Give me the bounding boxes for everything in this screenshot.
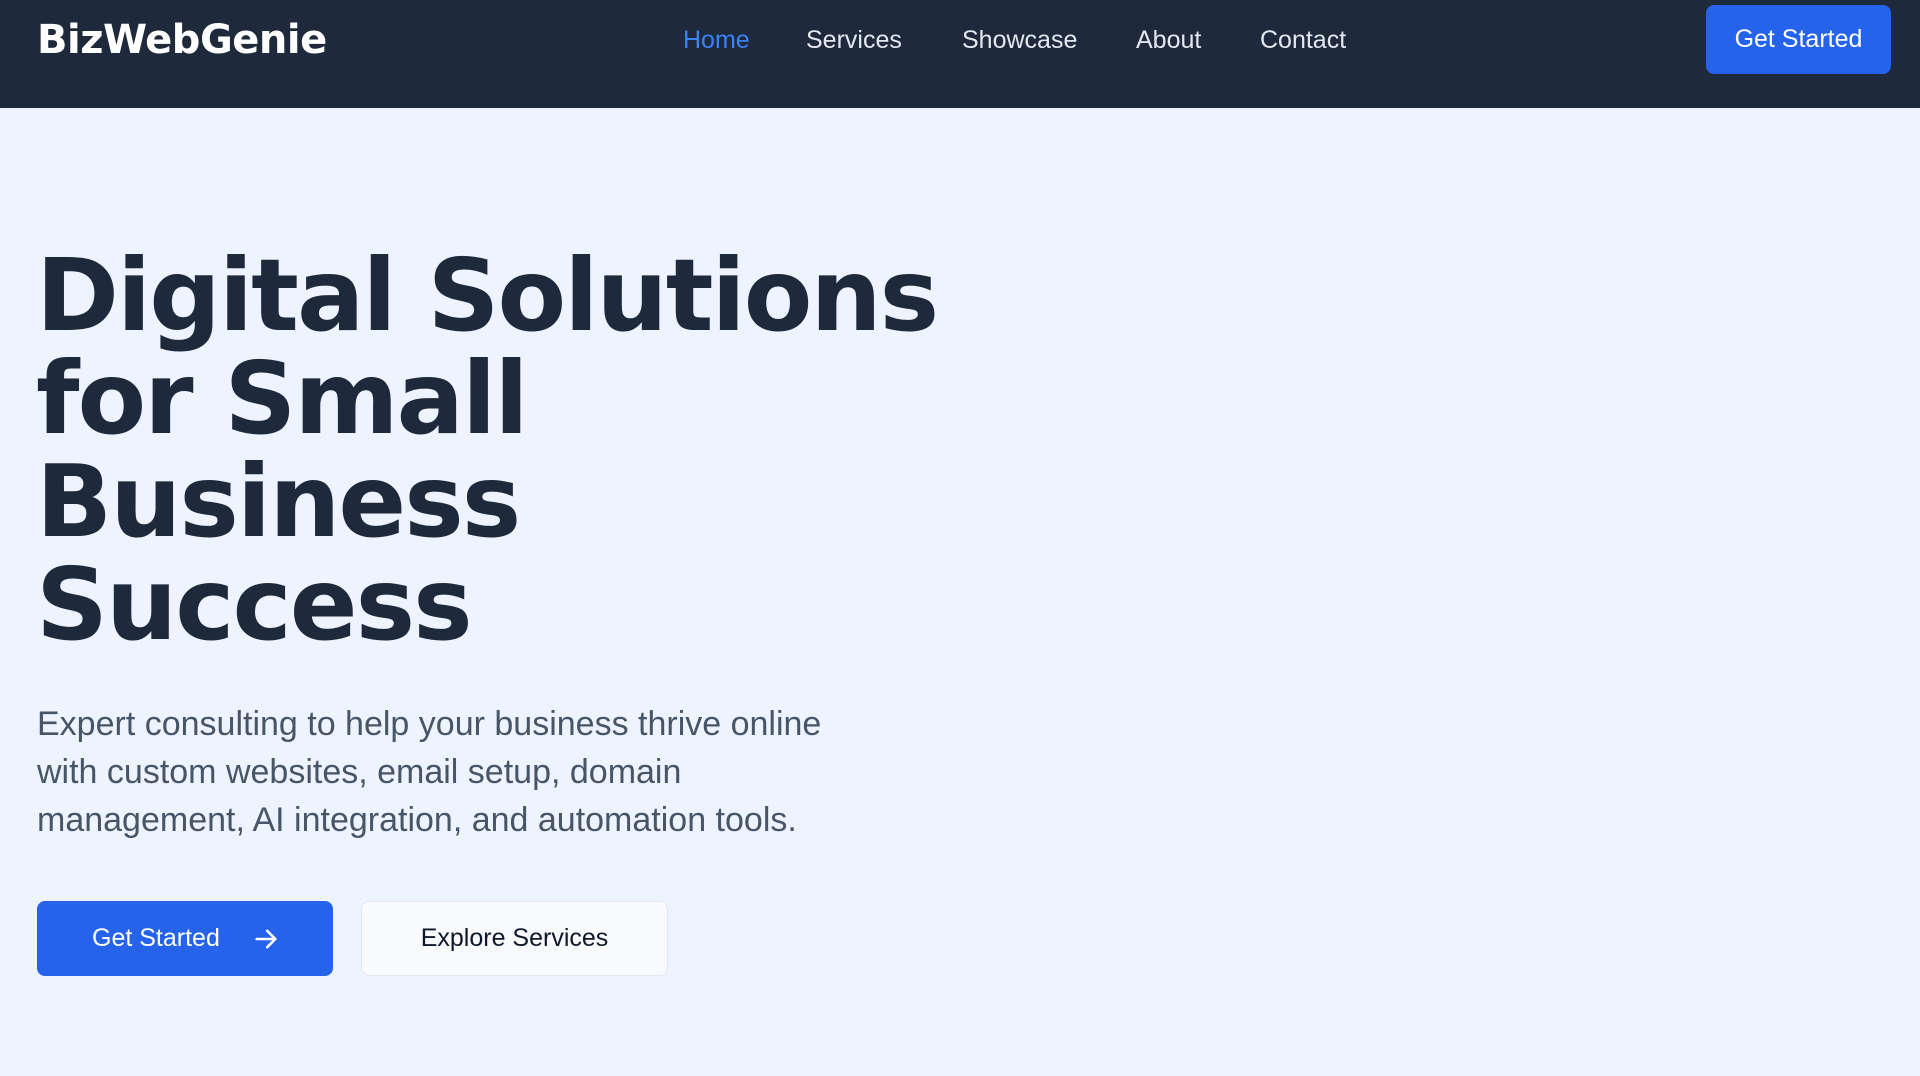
nav-link-services[interactable]: Services	[806, 20, 902, 60]
nav-link-about[interactable]: About	[1136, 20, 1201, 60]
nav-link-showcase[interactable]: Showcase	[962, 20, 1077, 60]
hero-subtitle: Expert consulting to help your business …	[37, 700, 937, 844]
hero-title-line: Business	[36, 443, 521, 560]
hero-subtitle-line: management, AI integration, and automati…	[37, 801, 797, 839]
nav-link-contact[interactable]: Contact	[1260, 20, 1346, 60]
hero-subtitle-line: with custom websites, email setup, domai…	[37, 753, 682, 791]
top-navbar: BizWebGenie Home Services Showcase About…	[0, 0, 1920, 108]
hero-title: Digital Solutions for Small Business Suc…	[36, 244, 996, 656]
nav-get-started-button[interactable]: Get Started	[1706, 5, 1891, 74]
explore-services-button[interactable]: Explore Services	[361, 901, 668, 976]
hero-title-line: Digital Solutions	[36, 237, 939, 354]
arrow-right-icon	[255, 929, 277, 949]
hero-get-started-button[interactable]: Get Started	[37, 901, 333, 976]
hero-get-started-label: Get Started	[92, 924, 220, 952]
nav-link-home[interactable]: Home	[683, 20, 750, 60]
main-nav: Home Services Showcase About Contact	[0, 20, 1920, 60]
hero-subtitle-line: Expert consulting to help your business …	[37, 705, 822, 743]
hero-title-line: for Small	[36, 340, 529, 457]
hero-title-line: Success	[36, 546, 473, 663]
